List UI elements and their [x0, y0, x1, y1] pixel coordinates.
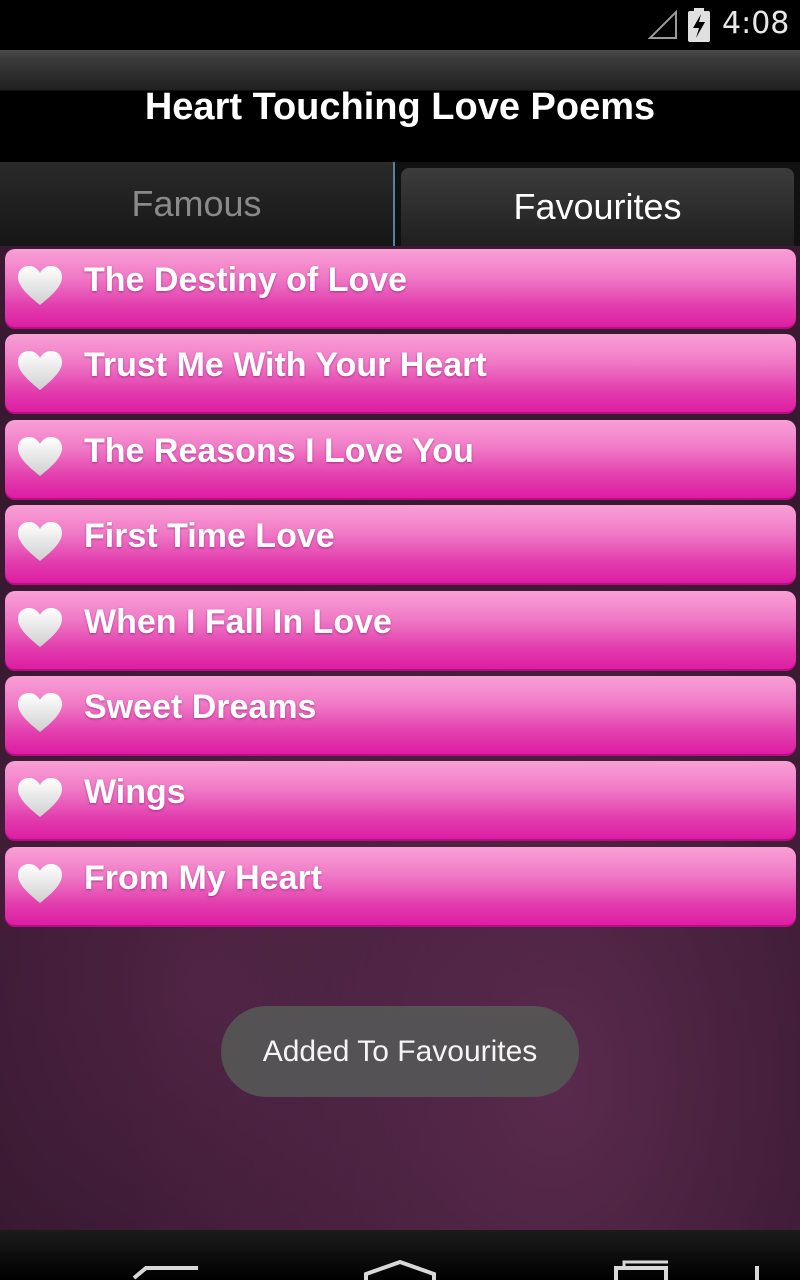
- tab-bar: Famous Favourites: [0, 162, 800, 246]
- battery-charging-icon: [688, 8, 710, 42]
- list-item[interactable]: Sweet Dreams: [5, 675, 796, 756]
- list-item-label: First Time Love: [84, 517, 335, 556]
- list-item-label: The Destiny of Love: [84, 261, 408, 299]
- system-nav-bar: [0, 1230, 800, 1280]
- list-item-label: The Reasons I Love You: [84, 431, 474, 470]
- heart-icon: [18, 778, 62, 818]
- list-item[interactable]: First Time Love: [5, 505, 796, 586]
- toast-message: Added To Favourites: [221, 1006, 579, 1097]
- list-item[interactable]: The Reasons I Love You: [5, 419, 796, 500]
- list-item-label: Wings: [84, 773, 186, 812]
- poem-list: The Destiny of Love Trust Me With Your H…: [5, 249, 796, 932]
- heart-icon: [18, 863, 62, 903]
- heart-icon: [18, 436, 62, 476]
- list-item[interactable]: Trust Me With Your Heart: [5, 334, 796, 415]
- home-icon[interactable]: [362, 1260, 438, 1280]
- menu-icon[interactable]: [752, 1260, 762, 1280]
- list-item[interactable]: From My Heart: [5, 846, 796, 927]
- list-item[interactable]: Wings: [5, 761, 796, 842]
- recent-apps-icon[interactable]: [610, 1260, 670, 1280]
- back-icon[interactable]: [130, 1260, 202, 1280]
- app-title-bar: Heart Touching Love Poems: [0, 50, 800, 162]
- heart-icon: [18, 522, 62, 562]
- list-item-label: From My Heart: [84, 858, 323, 897]
- tab-famous[interactable]: Famous: [0, 162, 395, 246]
- status-bar: 4:08: [0, 0, 800, 50]
- heart-icon: [18, 351, 62, 391]
- list-item[interactable]: When I Fall In Love: [5, 590, 796, 671]
- toast-text: Added To Favourites: [262, 1034, 538, 1068]
- tab-favourites-label: Favourites: [513, 186, 682, 227]
- heart-icon: [18, 692, 62, 732]
- tab-favourites[interactable]: Favourites: [401, 168, 794, 246]
- signal-icon: [648, 10, 677, 39]
- heart-icon: [18, 607, 62, 647]
- list-item-label: When I Fall In Love: [84, 602, 392, 641]
- clock: 4:08: [722, 6, 790, 41]
- heart-icon: [18, 266, 62, 305]
- list-item-label: Sweet Dreams: [84, 687, 317, 726]
- list-item-label: Trust Me With Your Heart: [84, 346, 487, 385]
- list-item[interactable]: The Destiny of Love: [5, 249, 796, 329]
- app-title: Heart Touching Love Poems: [144, 86, 656, 128]
- tab-famous-label: Famous: [131, 183, 262, 224]
